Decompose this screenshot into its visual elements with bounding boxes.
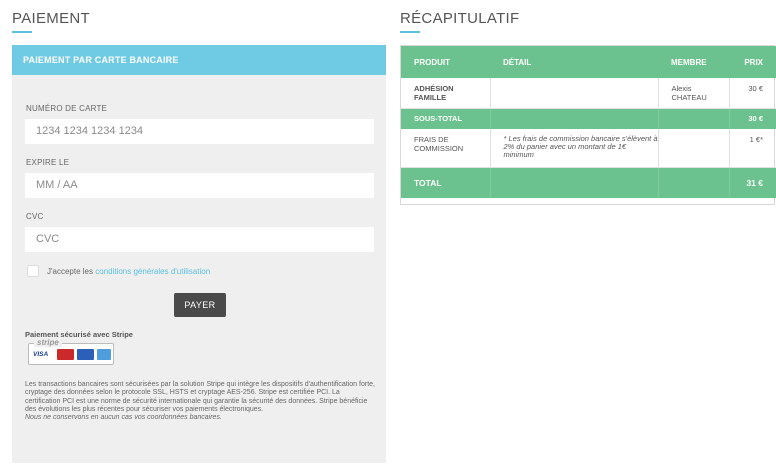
legal-paragraph: Les transactions bancaires sont sécurisé…	[25, 381, 375, 413]
total-price: 31 €	[729, 167, 776, 198]
total-member	[658, 167, 730, 198]
fee-product-line1: FRAIS DE	[414, 135, 449, 144]
card-number-label: NUMÉRO DE CARTE	[26, 104, 108, 113]
fee-member	[658, 129, 730, 168]
item-product-line1: ADHÉSION	[414, 84, 454, 93]
summary-title-underline	[400, 31, 420, 33]
subtotal-member	[658, 108, 730, 129]
total-detail	[490, 167, 659, 198]
total-row: TOTAL 31 €	[401, 167, 776, 198]
total-label: TOTAL	[401, 167, 491, 198]
expiry-input[interactable]: MM / AA	[25, 173, 374, 198]
visa-icon: VISA	[33, 351, 49, 358]
subtotal-price: 30 €	[729, 108, 776, 129]
item-member: Alexis CHATEAU	[658, 78, 730, 109]
item-price: 30 €	[729, 78, 776, 109]
stripe-logo: stripe	[34, 338, 62, 347]
fee-detail: * Les frais de commission bancaire s'élè…	[490, 129, 659, 168]
col-price: PRIX	[729, 46, 776, 78]
maestro-icon	[77, 349, 94, 360]
legal-text: Les transactions bancaires sont sécurisé…	[25, 381, 375, 422]
terms-checkbox[interactable]	[27, 265, 39, 277]
cvc-label: CVC	[26, 212, 44, 221]
payment-panel-header: PAIEMENT PAR CARTE BANCAIRE	[12, 45, 386, 75]
amex-icon	[97, 349, 111, 360]
payment-panel: PAIEMENT PAR CARTE BANCAIRE NUMÉRO DE CA…	[12, 45, 386, 463]
fee-price: 1 €*	[729, 129, 776, 168]
terms-label: J'accepte les conditions générales d'uti…	[47, 267, 210, 276]
table-row: ADHÉSION FAMILLE Alexis CHATEAU 30 €	[401, 78, 776, 109]
item-member-line1: Alexis	[671, 84, 692, 93]
summary-section-title: RÉCAPITULATIF	[400, 10, 520, 27]
terms-link[interactable]: conditions générales d'utilisation	[95, 267, 210, 276]
cvc-input[interactable]: CVC	[25, 227, 374, 252]
fee-product-line2: COMMISSION	[414, 144, 464, 153]
payment-title-underline	[12, 31, 32, 33]
col-detail: DÉTAIL	[490, 46, 658, 78]
summary-header-row: PRODUIT DÉTAIL MEMBRE PRIX	[401, 46, 776, 78]
item-member-line2: CHATEAU	[671, 93, 707, 102]
payment-section-title: PAIEMENT	[12, 10, 90, 27]
fee-product: FRAIS DE COMMISSION	[401, 129, 491, 168]
item-product-line2: FAMILLE	[414, 93, 447, 102]
subtotal-row: SOUS-TOTAL 30 €	[401, 108, 776, 129]
item-product: ADHÉSION FAMILLE	[401, 78, 491, 109]
card-number-input[interactable]: 1234 1234 1234 1234	[25, 119, 374, 144]
pay-button[interactable]: PAYER	[174, 293, 226, 317]
expiry-label: EXPIRE LE	[26, 158, 70, 167]
subtotal-label: SOUS-TOTAL	[401, 108, 491, 129]
item-detail	[490, 78, 659, 109]
subtotal-detail	[490, 108, 659, 129]
summary-table: PRODUIT DÉTAIL MEMBRE PRIX ADHÉSION FAMIL…	[400, 45, 776, 205]
terms-prefix: J'accepte les	[47, 267, 96, 276]
table-row: FRAIS DE COMMISSION * Les frais de commis…	[401, 129, 776, 168]
mastercard-icon	[57, 349, 74, 360]
legal-note: Nous ne conservons en aucun cas vos coor…	[25, 414, 222, 422]
col-product: PRODUIT	[401, 46, 490, 78]
col-member: MEMBRE	[658, 46, 729, 78]
